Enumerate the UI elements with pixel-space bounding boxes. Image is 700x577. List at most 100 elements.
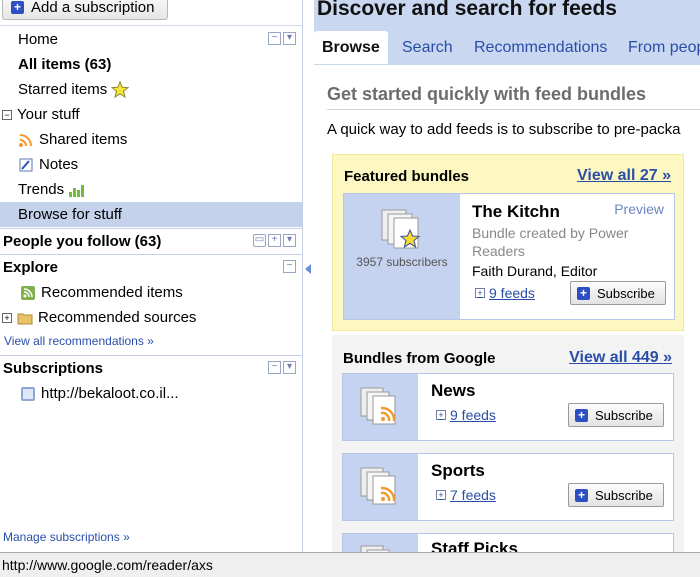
intro-text: A quick way to add feeds is to subscribe… [327,121,681,138]
sidebar-splitter[interactable] [302,0,314,552]
sidebar: + Add a subscription Home − ▾ All items … [0,0,302,552]
tab-bar: Browse Search Recommendations From peop [314,28,700,65]
tab-recommendations[interactable]: Recommendations [474,31,607,64]
feeds-link-label: 9 feeds [450,407,496,423]
bundle-docs-icon [360,545,390,552]
view-all-featured-link[interactable]: View all 27 » [577,167,671,185]
feeds-link-label: 7 feeds [450,487,496,503]
recommended-sources-label: Recommended sources [38,309,197,326]
expand-icon: + [475,288,485,298]
feeds-link[interactable]: + 9 feeds [436,407,496,423]
status-bar: http://www.google.com/reader/axs [0,552,700,577]
chevron-down-icon[interactable]: ▾ [283,361,296,374]
bundle-title[interactable]: The Kitchn [472,202,560,222]
collapse-icon[interactable]: − [268,361,281,374]
tab-search[interactable]: Search [402,31,453,64]
collapse-icon[interactable]: − [283,260,296,273]
view-all-recommendations-link[interactable]: View all recommendations » [4,334,154,348]
expand-icon: + [436,490,446,500]
add-subscription-label: Add a subscription [31,0,155,16]
bundle-thumbnail [343,454,418,520]
shared-feed-icon [19,133,32,147]
subscribe-label: Subscribe [595,407,653,423]
tab-browse[interactable]: Browse [314,31,388,64]
bundle-thumbnail [343,374,418,440]
chevron-down-icon[interactable]: ▾ [283,234,296,247]
nav-your-stuff[interactable]: − Your stuff [0,102,302,127]
divider [327,109,700,110]
view-all-google-link[interactable]: View all 449 » [569,349,672,367]
browse-content: Get started quickly with feed bundles A … [314,65,700,552]
navigation-panel: Home − ▾ All items (63) Starred items − … [0,25,302,228]
nav-home-label: Home [18,31,59,48]
nav-notes[interactable]: Notes [0,152,302,177]
folder-icon [17,313,33,324]
nav-recommended-sources[interactable]: + Recommended sources [0,305,302,330]
feeds-link-label: 9 feeds [489,285,535,301]
bundle-thumbnail [343,534,418,552]
collapse-icon[interactable]: − [268,32,281,45]
featured-bundle-card: 3957 subscribers The Kitchn Preview Bund… [343,193,675,320]
note-icon [19,158,33,171]
subscribe-button[interactable]: + Subscribe [570,281,666,305]
star-icon [111,81,130,98]
expand-toggle-icon[interactable]: + [2,312,12,323]
bundle-title[interactable]: Sports [431,461,485,481]
manage-subscriptions-link[interactable]: Manage subscriptions » [3,530,130,544]
subscribe-label: Subscribe [595,487,653,503]
nav-your-stuff-label: Your stuff [17,106,80,123]
comment-icon[interactable]: ▭ [253,234,266,247]
collapse-toggle-icon[interactable]: − [2,109,12,120]
nav-all-items-label: All items (63) [18,56,112,73]
subscriptions-box-controls: − ▾ [268,361,296,374]
explore-header[interactable]: Explore [0,254,302,279]
chevron-down-icon[interactable]: ▾ [283,32,296,45]
nav-starred-label: Starred items [18,81,108,98]
feed-icon [21,386,35,401]
plus-icon: + [575,408,588,422]
add-subscription-button[interactable]: + Add a subscription [2,0,168,20]
subscription-item[interactable]: http://bekaloot.co.il... [0,381,302,406]
subscribe-label: Subscribe [597,285,655,301]
explore-box-controls: − [283,260,296,273]
collapse-arrow-icon[interactable] [305,264,311,274]
subscribe-button[interactable]: + Subscribe [568,403,664,427]
preview-link[interactable]: Preview [614,201,664,217]
plus-icon: + [577,286,590,300]
nav-all-items[interactable]: All items (63) [0,52,302,77]
recommended-items-label: Recommended items [41,284,183,301]
nav-box-controls: − ▾ [268,32,296,45]
feeds-link[interactable]: + 7 feeds [436,487,496,503]
bundle-author: Faith Durand, Editor [472,263,598,279]
bundle-thumbnail: 3957 subscribers [344,194,460,319]
subscriber-count: 3957 subscribers [356,255,448,269]
nav-home[interactable]: Home [0,27,302,52]
people-box-controls: ▭ + ▾ [253,234,296,247]
bundle-title[interactable]: Staff Picks [431,539,518,552]
nav-starred-items[interactable]: Starred items [0,77,302,102]
main-panel: Discover and search for feeds Browse Sea… [314,0,700,552]
tab-from-people[interactable]: From peop [628,31,700,64]
title-bar: Discover and search for feeds [314,0,700,28]
nav-browse-for-stuff[interactable]: Browse for stuff [0,202,302,227]
add-icon[interactable]: + [268,234,281,247]
explore-label: Explore [3,258,59,276]
nav-trends-label: Trends [18,181,65,198]
feeds-link[interactable]: + 9 feeds [475,285,535,301]
content-area: Get started quickly with feed bundles A … [314,65,700,552]
nav-trends[interactable]: Trends [0,177,302,202]
nav-shared-items-label: Shared items [39,131,128,148]
plus-icon: + [575,488,588,502]
bundle-card-sports: Sports + 7 feeds + Subscribe [342,453,674,521]
section-heading: Get started quickly with feed bundles [327,84,647,104]
nav-recommended-items[interactable]: Recommended items [0,280,302,305]
subscriptions-header[interactable]: Subscriptions [0,355,302,380]
subscribe-button[interactable]: + Subscribe [568,483,664,507]
nav-shared-items[interactable]: Shared items [0,127,302,152]
bundle-card-news: News + 9 feeds + Subscribe [342,373,674,441]
bundle-title[interactable]: News [431,381,475,401]
plus-icon: + [11,0,24,14]
google-bundles-box: Bundles from Google View all 449 » News … [332,335,684,552]
bundle-creator: Bundle created by Power Readers [472,225,629,259]
subscriptions-label: Subscriptions [3,359,104,377]
